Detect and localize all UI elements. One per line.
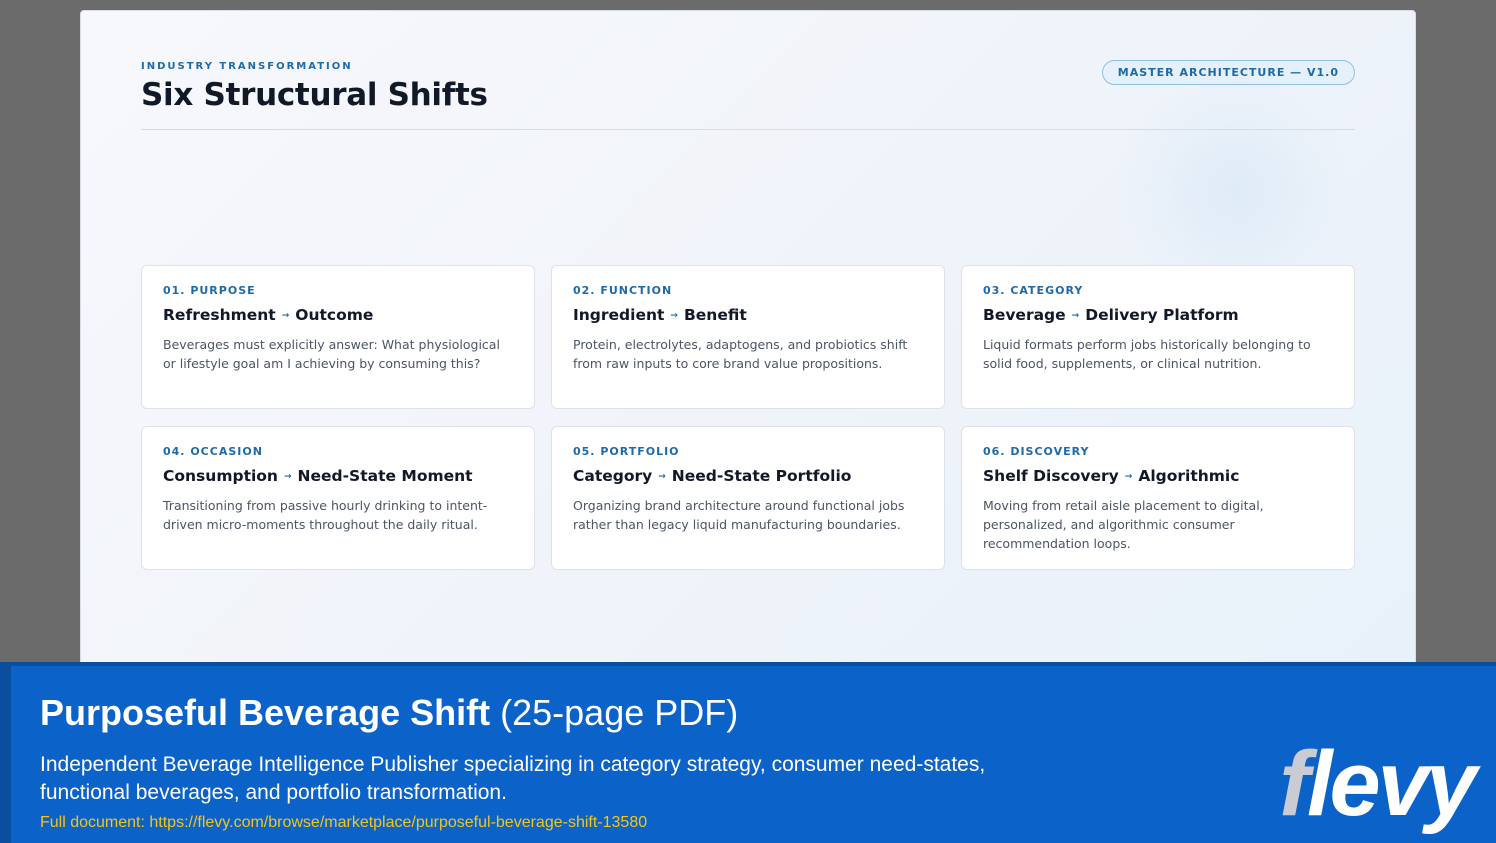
- card-description: Liquid formats perform jobs historically…: [983, 337, 1311, 371]
- document-title: Purposeful Beverage Shift (25-page PDF): [40, 692, 738, 734]
- card-number: 02. FUNCTION: [573, 284, 673, 297]
- document-title-bold: Purposeful Beverage Shift: [40, 692, 491, 733]
- shift-to: Need-State Moment: [297, 467, 473, 485]
- card-heading: Category → Need-State Portfolio: [573, 467, 923, 485]
- shift-card-purpose: 01. PURPOSE Refreshment → Outcome Beverage…: [141, 265, 535, 409]
- arrow-right-icon: →: [1071, 310, 1080, 321]
- arrow-right-icon: →: [658, 471, 666, 482]
- shift-from: Shelf Discovery: [983, 467, 1119, 485]
- logo-letters: levy: [1306, 733, 1477, 835]
- logo-letter-f: f: [1279, 733, 1310, 835]
- shift-card-discovery: 06. DISCOVERY Shelf Discovery → Algorithmi…: [961, 426, 1355, 570]
- arrow-right-icon: →: [670, 310, 678, 321]
- page-title: Six Structural Shifts: [141, 77, 488, 113]
- shift-from: Consumption: [163, 467, 278, 485]
- title-divider: [141, 129, 1355, 130]
- card-number: 03. CATEGORY: [983, 284, 1084, 297]
- slide: INDUSTRY TRANSFORMATION Six Structural S…: [80, 10, 1416, 670]
- eyebrow-label: INDUSTRY TRANSFORMATION: [141, 61, 353, 72]
- flevy-logo: flevy: [1279, 738, 1477, 830]
- shift-to: Delivery Platform: [1085, 306, 1239, 324]
- card-description: Beverages must explicitly answer: What p…: [163, 337, 500, 371]
- shift-from: Beverage: [983, 306, 1066, 324]
- card-number: 04. OCCASION: [163, 445, 263, 458]
- card-heading: Refreshment → Outcome: [163, 306, 513, 324]
- version-badge: MASTER ARCHITECTURE — V1.0: [1101, 60, 1355, 85]
- document-banner: Purposeful Beverage Shift (25-page PDF) …: [0, 662, 1496, 843]
- shift-from: Category: [573, 467, 653, 485]
- document-page-count: (25-page PDF): [500, 692, 739, 733]
- shift-card-occasion: 04. OCCASION Consumption → Need-State Mome…: [141, 426, 535, 570]
- card-description: Protein, electrolytes, adaptogens, and p…: [573, 337, 908, 371]
- arrow-right-icon: →: [281, 310, 290, 321]
- card-description: Moving from retail aisle placement to di…: [983, 498, 1264, 551]
- shift-card-category: 03. CATEGORY Beverage → Delivery Platform …: [961, 265, 1355, 409]
- arrow-right-icon: →: [1124, 471, 1133, 482]
- card-heading: Ingredient → Benefit: [573, 306, 923, 324]
- document-link[interactable]: Full document: https://flevy.com/browse/…: [40, 814, 647, 832]
- card-heading: Consumption → Need-State Moment: [163, 467, 513, 485]
- banner-edge: [0, 666, 11, 843]
- card-heading: Beverage → Delivery Platform: [983, 306, 1333, 324]
- card-number: 01. PURPOSE: [163, 284, 256, 297]
- shift-card-function: 02. FUNCTION Ingredient → Benefit Protein,…: [551, 265, 945, 409]
- shift-to: Need-State Portfolio: [671, 467, 852, 485]
- shift-to: Benefit: [683, 306, 747, 324]
- card-description: Transitioning from passive hourly drinki…: [163, 498, 488, 532]
- shift-from: Refreshment: [163, 306, 276, 324]
- shift-to: Algorithmic: [1138, 467, 1240, 485]
- card-number: 05. PORTFOLIO: [573, 445, 680, 458]
- shift-cards-grid: 01. PURPOSE Refreshment → Outcome Beverage…: [141, 265, 1356, 570]
- document-description: Independent Beverage Intelligence Publis…: [40, 753, 986, 804]
- card-description: Organizing brand architecture around fun…: [573, 498, 905, 532]
- card-heading: Shelf Discovery → Algorithmic: [983, 467, 1333, 485]
- shift-from: Ingredient: [573, 306, 665, 324]
- shift-card-portfolio: 05. PORTFOLIO Category → Need-State Portfo…: [551, 426, 945, 570]
- arrow-right-icon: →: [283, 471, 292, 482]
- card-number: 06. DISCOVERY: [983, 445, 1090, 458]
- shift-to: Outcome: [295, 306, 374, 324]
